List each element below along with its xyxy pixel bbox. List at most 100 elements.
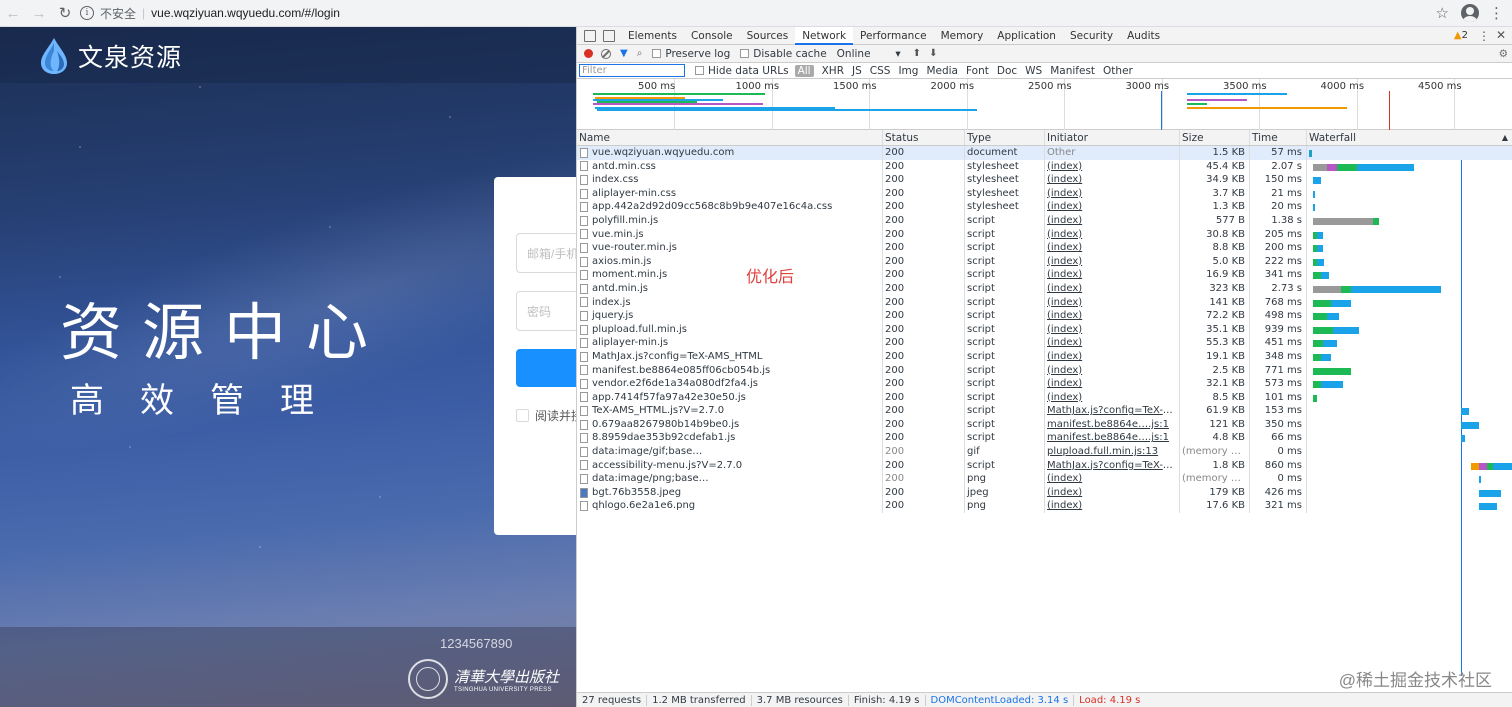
table-row[interactable]: aliplayer-min.css 200 stylesheet (index) 3.7…	[577, 186, 1512, 201]
table-row[interactable]: app.442a2d92d09cc568c8b9b9e407e16c4a.css…	[577, 200, 1512, 214]
search-icon[interactable]: ⌕	[637, 48, 643, 59]
tab-security[interactable]: Security	[1063, 27, 1120, 45]
table-row[interactable]: vue.wqziyuan.wqyuedu.com 200 document Other…	[577, 146, 1512, 160]
cell-initiator[interactable]: (index)	[1045, 485, 1180, 500]
tab-application[interactable]: Application	[990, 27, 1063, 45]
table-row[interactable]: aliplayer-min.js 200 script (index) 55.3 KB 4…	[577, 336, 1512, 350]
table-row[interactable]: bgt.76b3558.jpeg 200 jpeg (index) 179 KB 426 …	[577, 485, 1512, 500]
type-filter-js[interactable]: JS	[852, 65, 862, 77]
email-field[interactable]: 邮箱/手机	[516, 233, 576, 273]
reload-icon[interactable]: ↻	[52, 0, 78, 26]
table-row[interactable]: data:image/gif;base… 200 gif plupload.full.…	[577, 445, 1512, 459]
cell-initiator[interactable]: MathJax.js?config=TeX-AM…	[1045, 404, 1180, 418]
tab-memory[interactable]: Memory	[934, 27, 991, 45]
filter-input[interactable]: Filter	[579, 64, 685, 77]
cell-initiator[interactable]: MathJax.js?config=TeX-AM…	[1045, 458, 1180, 473]
login-button[interactable]	[516, 349, 576, 387]
type-filter-ws[interactable]: WS	[1025, 65, 1042, 77]
table-row[interactable]: moment.min.js 200 script (index) 16.9 KB 341 …	[577, 268, 1512, 282]
agree-checkbox[interactable]	[516, 409, 529, 422]
col-waterfall[interactable]: Waterfall ▲	[1307, 130, 1512, 145]
bookmark-star-icon[interactable]: ☆	[1436, 4, 1449, 22]
cell-initiator[interactable]: (index)	[1045, 213, 1180, 228]
cell-initiator[interactable]: (index)	[1045, 241, 1180, 255]
cell-initiator[interactable]: (index)	[1045, 499, 1180, 514]
warning-counter[interactable]: ▲2	[1454, 30, 1468, 41]
table-row[interactable]: vendor.e2f6de1a34a080df2fa4.js 200 script(…	[577, 377, 1512, 391]
tab-network[interactable]: Network	[795, 26, 854, 45]
forward-arrow-icon[interactable]: →	[26, 0, 52, 26]
browser-menu-icon[interactable]: ⋮	[1489, 4, 1504, 22]
col-name[interactable]: Name	[577, 130, 883, 145]
table-row[interactable]: index.js 200 script (index) 141 KB 768 ms	[577, 295, 1512, 310]
tab-sources[interactable]: Sources	[740, 27, 796, 45]
cell-initiator[interactable]: (index)	[1045, 200, 1180, 214]
type-filter-other[interactable]: Other	[1103, 65, 1133, 77]
table-row[interactable]: 8.8959dae353b92cdefab1.js 200 script manife…	[577, 431, 1512, 446]
cell-initiator[interactable]: plupload.full.min.js:13	[1045, 445, 1180, 459]
network-overview[interactable]: 500 ms 1000 ms 1500 ms 2000 ms 2500 ms 3000 m…	[577, 79, 1512, 130]
tab-performance[interactable]: Performance	[853, 27, 934, 45]
table-row[interactable]: plupload.full.min.js 200 script (index) 35.1…	[577, 322, 1512, 337]
import-har-icon[interactable]: ⬆	[913, 48, 921, 59]
table-row[interactable]: polyfill.min.js 200 script (index) 577 B 1.38…	[577, 213, 1512, 228]
hide-data-urls-checkbox[interactable]	[695, 66, 704, 75]
table-row[interactable]: app.7414f57fa97a42e30e50.js 200 script (ind…	[577, 390, 1512, 405]
col-status[interactable]: Status	[883, 130, 965, 145]
cell-initiator[interactable]: (index)	[1045, 322, 1180, 337]
table-row[interactable]: vue.min.js 200 script (index) 30.8 KB 205 ms	[577, 227, 1512, 242]
cell-initiator[interactable]: (index)	[1045, 159, 1180, 174]
cell-initiator[interactable]: (index)	[1045, 336, 1180, 350]
device-toolbar-icon[interactable]	[603, 29, 615, 42]
record-icon[interactable]	[584, 49, 593, 58]
address-bar[interactable]: i 不安全 | vue.wqziyuan.wqyuedu.com/#/login	[80, 2, 1436, 24]
filter-icon[interactable]: ▼	[620, 48, 628, 59]
info-icon[interactable]: i	[80, 6, 94, 20]
export-har-icon[interactable]: ⬇	[929, 48, 937, 59]
table-row[interactable]: 0.679aa8267980b14b9be0.js 200 script manife…	[577, 417, 1512, 432]
inspect-element-icon[interactable]	[584, 29, 596, 42]
table-row[interactable]: TeX-AMS_HTML.js?V=2.7.0 200 script MathJax.…	[577, 404, 1512, 418]
tab-elements[interactable]: Elements	[621, 27, 684, 45]
type-filter-doc[interactable]: Doc	[997, 65, 1017, 77]
type-filter-all[interactable]: All	[794, 64, 814, 77]
back-arrow-icon[interactable]: ←	[0, 0, 26, 26]
cell-initiator[interactable]: manifest.be8864e….js:1	[1045, 417, 1180, 432]
cell-initiator[interactable]: (index)	[1045, 309, 1180, 323]
type-filter-img[interactable]: Img	[898, 65, 918, 77]
table-row[interactable]: qhlogo.6e2a1e6.png 200 png (index) 17.6 KB 32…	[577, 499, 1512, 514]
table-row[interactable]: antd.min.js 200 script (index) 323 KB 2.73 s	[577, 281, 1512, 296]
cell-initiator[interactable]: (index)	[1045, 227, 1180, 242]
close-devtools-icon[interactable]: ✕	[1496, 28, 1506, 42]
cell-initiator[interactable]: (index)	[1045, 254, 1180, 269]
cell-initiator[interactable]: (index)	[1045, 281, 1180, 296]
table-row[interactable]: index.css 200 stylesheet (index) 34.9 KB 150 …	[577, 173, 1512, 187]
cell-initiator[interactable]: manifest.be8864e….js:1	[1045, 431, 1180, 446]
disable-cache-checkbox[interactable]	[740, 49, 750, 58]
type-filter-xhr[interactable]: XHR	[822, 65, 844, 77]
clear-icon[interactable]	[601, 48, 611, 59]
cell-initiator[interactable]: (index)	[1045, 295, 1180, 310]
col-size[interactable]: Size	[1180, 130, 1250, 145]
cell-initiator[interactable]: (index)	[1045, 173, 1180, 187]
tab-console[interactable]: Console	[684, 27, 740, 45]
table-row[interactable]: data:image/png;base… 200 png (index) (memory…	[577, 472, 1512, 486]
cell-initiator[interactable]: (index)	[1045, 472, 1180, 486]
table-row[interactable]: antd.min.css 200 stylesheet (index) 45.4 KB 2…	[577, 159, 1512, 174]
type-filter-manifest[interactable]: Manifest	[1050, 65, 1095, 77]
table-row[interactable]: accessibility-menu.js?V=2.7.0 200 script Ma…	[577, 458, 1512, 473]
col-initiator[interactable]: Initiator	[1045, 130, 1180, 145]
network-settings-icon[interactable]: ⚙	[1499, 48, 1508, 60]
cell-initiator[interactable]: (index)	[1045, 363, 1180, 378]
type-filter-media[interactable]: Media	[926, 65, 958, 77]
table-row[interactable]: vue-router.min.js 200 script (index) 8.8 KB 2…	[577, 241, 1512, 255]
profile-avatar-icon[interactable]	[1461, 4, 1479, 22]
throttle-select[interactable]: Online ▾	[837, 48, 901, 60]
col-type[interactable]: Type	[965, 130, 1045, 145]
table-row[interactable]: jquery.js 200 script (index) 72.2 KB 498 ms	[577, 309, 1512, 323]
table-row[interactable]: MathJax.js?config=TeX-AMS_HTML 200 script(…	[577, 349, 1512, 364]
devtools-menu-icon[interactable]: ⋮	[1478, 29, 1490, 43]
password-field[interactable]: 密码	[516, 291, 576, 331]
cell-initiator[interactable]: (index)	[1045, 377, 1180, 391]
table-row[interactable]: manifest.be8864e085ff06cb054b.js 200 scrip…	[577, 363, 1512, 378]
